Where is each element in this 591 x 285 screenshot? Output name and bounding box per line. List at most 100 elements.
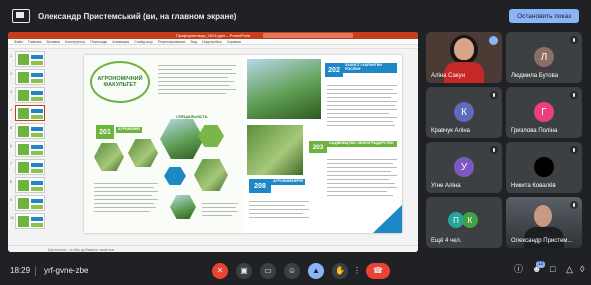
host-controls-icon[interactable]: ◊ xyxy=(580,265,584,274)
slide-thumbnail[interactable]: 10 xyxy=(10,213,45,229)
chat-icon[interactable]: □ xyxy=(550,265,555,274)
photo-woman-field xyxy=(247,125,303,175)
participant-tile[interactable]: К Кравчук Аліна xyxy=(426,87,502,138)
more-participants-tile[interactable]: П К Ещё 4 чел. xyxy=(426,197,502,248)
slide-thumbnail[interactable]: 3 xyxy=(10,87,45,103)
avatar: У xyxy=(454,157,474,177)
notes-hint[interactable]: Щелкните, чтобы добавить заметки xyxy=(48,247,114,252)
text-line xyxy=(94,183,158,185)
ppt-menu-design[interactable]: Конструктор xyxy=(65,40,86,44)
ppt-menu-animation[interactable]: Анимация xyxy=(112,40,129,44)
emoji-icon: ☺ xyxy=(287,266,297,275)
faculty-badge: АГРОНОМІЧНИЙ ФАКУЛЬТЕТ xyxy=(90,61,150,103)
ppt-window-title: Профорієнтація_2024.pptx – PowerPoint xyxy=(175,33,251,38)
raise-hand-button[interactable]: ✋ xyxy=(332,263,348,279)
emoji-button[interactable]: ☺ xyxy=(284,263,300,279)
slide-number: 6 xyxy=(10,144,12,148)
participant-tile[interactable]: Г Гризлова Поліна xyxy=(506,87,582,138)
photo-students xyxy=(128,139,158,167)
code-208-label: АГРОІНЖЕНЕРІЯ xyxy=(271,179,305,185)
code-201-label: АГРОНОМІЯ xyxy=(116,127,142,133)
text-line xyxy=(158,93,226,95)
self-view-tile[interactable]: Олександр Пристем... xyxy=(506,197,582,248)
text-line xyxy=(94,211,150,213)
more-options-button[interactable]: ⋮ xyxy=(352,263,362,279)
slide-thumbnail[interactable]: 8 xyxy=(10,177,45,193)
participant-name: Людмила Бутова xyxy=(511,73,559,79)
raise-hand-icon: ✋ xyxy=(335,266,345,275)
ppt-menu-slideshow[interactable]: Слайд-шоу xyxy=(134,40,153,44)
avatar: Л xyxy=(534,47,554,67)
text-line xyxy=(158,73,236,75)
present-now-icon: ▲ xyxy=(312,266,320,275)
text-line xyxy=(327,101,397,103)
stop-presenting-button[interactable]: Остановить показ xyxy=(509,9,579,23)
text-line xyxy=(158,77,228,79)
ppt-menu-insert[interactable]: Вставка xyxy=(47,40,60,44)
text-line xyxy=(202,207,236,209)
present-now-button[interactable]: ▲ xyxy=(308,263,324,279)
slide-thumbnail[interactable]: 6 xyxy=(10,141,45,157)
ppt-menu-view[interactable]: Вид xyxy=(191,40,198,44)
text-line xyxy=(94,191,158,193)
slide-thumbnail[interactable]: 2 xyxy=(10,69,45,85)
participant-video-face xyxy=(454,38,474,60)
avatar xyxy=(534,157,554,177)
text-line xyxy=(327,187,397,189)
mic-off-icon xyxy=(570,91,578,99)
ppt-status-bar: Щелкните, чтобы добавить заметки xyxy=(8,245,418,252)
slide-thumbnail[interactable]: 5 xyxy=(10,123,45,139)
text-line xyxy=(327,171,391,173)
text-line xyxy=(249,213,303,215)
slide-thumbnail[interactable]: 9 xyxy=(10,195,45,211)
ppt-menu-addins[interactable]: Надстройки xyxy=(202,40,222,44)
slide-thumbnail-active[interactable]: 4 xyxy=(10,105,45,121)
photo-greenhouse-wide xyxy=(247,59,321,119)
mic-toggle-button[interactable]: ✕ xyxy=(212,263,228,279)
participant-tile[interactable]: Аліна Сакун xyxy=(426,32,502,83)
camera-toggle-button[interactable]: ▣ xyxy=(236,263,252,279)
code-202-label: ЗАХИСТ І КАРАНТИН РОСЛИН xyxy=(343,63,397,73)
ppt-workspace: 1 2 3 4 5 6 7 8 9 10 АГРОНОМІЧНИЙ ФАКУЛЬ… xyxy=(8,49,418,245)
slide-thumbnail[interactable]: 1 xyxy=(10,51,45,67)
code-203-label: САДІВНИЦТВО І ВИНОГРАДАРСТВО xyxy=(327,141,397,147)
participant-tile[interactable]: У Угне Аліна xyxy=(426,142,502,193)
current-slide[interactable]: АГРОНОМІЧНИЙ ФАКУЛЬТЕТ СПЕЦІАЛЬНІСТЬ 201… xyxy=(84,55,402,233)
text-line xyxy=(327,89,393,91)
captions-button[interactable]: ▭ xyxy=(260,263,276,279)
ppt-menu-file[interactable]: Файл xyxy=(14,40,23,44)
mic-off-icon xyxy=(570,146,578,154)
participants-count-badge: 12 xyxy=(536,261,545,268)
ppt-search-box[interactable] xyxy=(263,33,353,38)
text-line xyxy=(94,203,154,205)
participant-name: Олександр Пристем... xyxy=(511,238,573,244)
ppt-menu-transitions[interactable]: Переходы xyxy=(90,40,107,44)
text-line xyxy=(327,163,393,165)
activities-icon[interactable]: △ xyxy=(566,265,573,274)
text-line xyxy=(202,215,232,217)
code-202: 202 xyxy=(325,63,343,77)
leave-call-button[interactable]: ☎ xyxy=(366,263,390,279)
text-line xyxy=(327,195,393,197)
text-line xyxy=(327,183,395,185)
ppt-menu-review[interactable]: Рецензирование xyxy=(158,40,186,44)
slide-thumbnail[interactable]: 7 xyxy=(10,159,45,175)
text-line xyxy=(327,159,397,161)
ppt-menu-help[interactable]: Справка xyxy=(227,40,241,44)
mic-off-icon xyxy=(490,146,498,154)
participant-name: Никита Ковалёв xyxy=(511,183,556,189)
text-line xyxy=(158,85,230,87)
photo-field xyxy=(94,143,124,171)
participant-tile[interactable]: Никита Ковалёв xyxy=(506,142,582,193)
slide-number: 5 xyxy=(10,126,12,130)
slide-right-page: 202 ЗАХИСТ І КАРАНТИН РОСЛИН 203 САДІВНИ… xyxy=(243,55,402,233)
info-icon[interactable]: ⓘ xyxy=(514,265,523,274)
text-line xyxy=(327,175,397,177)
presenter-title: Олександр Пристемський (ви, на главном э… xyxy=(38,11,237,21)
ppt-menu-home[interactable]: Главная xyxy=(28,40,42,44)
more-participants-label: Ещё 4 чел. xyxy=(431,238,462,244)
divider xyxy=(35,266,36,276)
code-203: 203 xyxy=(309,141,327,153)
mic-off-icon xyxy=(570,36,578,44)
participant-tile[interactable]: Л Людмила Бутова xyxy=(506,32,582,83)
